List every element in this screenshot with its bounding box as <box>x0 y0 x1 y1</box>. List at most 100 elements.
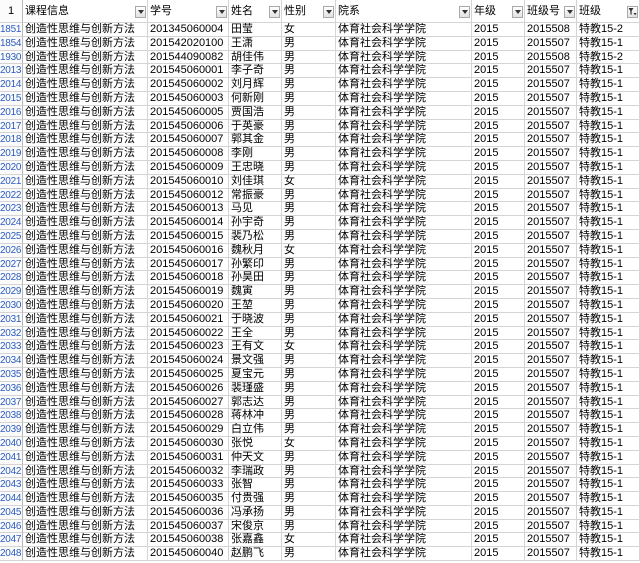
cell-student-id[interactable]: 201545060007 <box>148 133 229 148</box>
cell-name[interactable]: 李子奇 <box>229 64 282 79</box>
row-number[interactable]: 2037 <box>0 395 23 410</box>
cell-department[interactable]: 体育社会科学学院 <box>336 464 472 479</box>
cell-course[interactable]: 创造性思维与创新方法 <box>23 160 148 175</box>
cell-class-id[interactable]: 2015507 <box>525 436 577 451</box>
cell-class-id[interactable]: 2015508 <box>525 23 577 37</box>
cell-class[interactable]: 特教15-1 <box>577 464 640 479</box>
cell-class-id[interactable]: 2015508 <box>525 50 577 65</box>
cell-class[interactable]: 特教15-1 <box>577 119 640 134</box>
cell-class[interactable]: 特教15-1 <box>577 436 640 451</box>
cell-grade[interactable]: 2015 <box>472 243 525 258</box>
cell-name[interactable]: 郭志达 <box>229 395 282 410</box>
cell-gender[interactable]: 男 <box>282 367 336 382</box>
cell-grade[interactable]: 2015 <box>472 36 525 51</box>
cell-student-id[interactable]: 201545060038 <box>148 533 229 548</box>
cell-class-id[interactable]: 2015507 <box>525 492 577 506</box>
cell-name[interactable]: 孙昊田 <box>229 271 282 286</box>
cell-grade[interactable]: 2015 <box>472 367 525 382</box>
cell-department[interactable]: 体育社会科学学院 <box>336 147 472 161</box>
cell-grade[interactable]: 2015 <box>472 174 525 189</box>
cell-class[interactable]: 特教15-1 <box>577 105 640 120</box>
column-header-gender[interactable]: 性别 <box>282 0 336 23</box>
cell-class-id[interactable]: 2015507 <box>525 326 577 341</box>
cell-grade[interactable]: 2015 <box>472 202 525 217</box>
cell-course[interactable]: 创造性思维与创新方法 <box>23 533 148 548</box>
cell-class-id[interactable]: 2015507 <box>525 519 577 534</box>
row-number[interactable]: 2042 <box>0 464 23 479</box>
row-number[interactable]: 2031 <box>0 312 23 327</box>
cell-name[interactable]: 孙繁印 <box>229 257 282 272</box>
cell-gender[interactable]: 女 <box>282 174 336 189</box>
cell-class-id[interactable]: 2015507 <box>525 381 577 396</box>
cell-student-id[interactable]: 201544090082 <box>148 50 229 65</box>
cell-department[interactable]: 体育社会科学学院 <box>336 243 472 258</box>
cell-student-id[interactable]: 201542020100 <box>148 36 229 51</box>
cell-student-id[interactable]: 201545060037 <box>148 519 229 534</box>
cell-course[interactable]: 创造性思维与创新方法 <box>23 519 148 534</box>
cell-gender[interactable]: 男 <box>282 478 336 493</box>
cell-grade[interactable]: 2015 <box>472 257 525 272</box>
cell-student-id[interactable]: 201545060018 <box>148 271 229 286</box>
cell-department[interactable]: 体育社会科学学院 <box>336 216 472 230</box>
cell-student-id[interactable]: 201545060033 <box>148 478 229 493</box>
cell-student-id[interactable]: 201545060026 <box>148 381 229 396</box>
cell-department[interactable]: 体育社会科学学院 <box>336 202 472 217</box>
cell-gender[interactable]: 男 <box>282 257 336 272</box>
cell-class-id[interactable]: 2015507 <box>525 505 577 520</box>
filter-dropdown-button[interactable] <box>323 6 334 18</box>
cell-grade[interactable]: 2015 <box>472 340 525 355</box>
cell-course[interactable]: 创造性思维与创新方法 <box>23 174 148 189</box>
cell-course[interactable]: 创造性思维与创新方法 <box>23 36 148 51</box>
cell-gender[interactable]: 男 <box>282 64 336 79</box>
cell-class[interactable]: 特教15-1 <box>577 202 640 217</box>
cell-grade[interactable]: 2015 <box>472 133 525 148</box>
row-number[interactable]: 2019 <box>0 147 23 161</box>
cell-grade[interactable]: 2015 <box>472 423 525 437</box>
cell-name[interactable]: 夏宝元 <box>229 367 282 382</box>
cell-course[interactable]: 创造性思维与创新方法 <box>23 312 148 327</box>
cell-name[interactable]: 王潇 <box>229 36 282 51</box>
cell-class[interactable]: 特教15-1 <box>577 229 640 244</box>
cell-department[interactable]: 体育社会科学学院 <box>336 23 472 37</box>
cell-course[interactable]: 创造性思维与创新方法 <box>23 478 148 493</box>
cell-department[interactable]: 体育社会科学学院 <box>336 381 472 396</box>
cell-gender[interactable]: 男 <box>282 133 336 148</box>
row-number[interactable]: 2030 <box>0 298 23 313</box>
cell-class[interactable]: 特教15-1 <box>577 91 640 106</box>
cell-student-id[interactable]: 201545060019 <box>148 285 229 299</box>
cell-grade[interactable]: 2015 <box>472 312 525 327</box>
cell-gender[interactable]: 男 <box>282 298 336 313</box>
cell-class[interactable]: 特教15-1 <box>577 174 640 189</box>
cell-class-id[interactable]: 2015507 <box>525 354 577 368</box>
cell-department[interactable]: 体育社会科学学院 <box>336 492 472 506</box>
cell-name[interactable]: 贾国浩 <box>229 105 282 120</box>
cell-student-id[interactable]: 201545060005 <box>148 105 229 120</box>
cell-department[interactable]: 体育社会科学学院 <box>336 395 472 410</box>
cell-class[interactable]: 特教15-1 <box>577 243 640 258</box>
cell-name[interactable]: 张智 <box>229 478 282 493</box>
cell-department[interactable]: 体育社会科学学院 <box>336 271 472 286</box>
cell-grade[interactable]: 2015 <box>472 505 525 520</box>
cell-name[interactable]: 蒋林冲 <box>229 409 282 424</box>
cell-gender[interactable]: 女 <box>282 23 336 37</box>
cell-name[interactable]: 裴乃松 <box>229 229 282 244</box>
cell-grade[interactable]: 2015 <box>472 216 525 230</box>
cell-student-id[interactable]: 201545060012 <box>148 188 229 203</box>
row-number[interactable]: 2041 <box>0 450 23 465</box>
cell-gender[interactable]: 男 <box>282 78 336 92</box>
cell-gender[interactable]: 男 <box>282 354 336 368</box>
row-number[interactable]: 2023 <box>0 202 23 217</box>
cell-class[interactable]: 特教15-1 <box>577 519 640 534</box>
cell-course[interactable]: 创造性思维与创新方法 <box>23 119 148 134</box>
column-header-class[interactable]: 班级 <box>577 0 640 23</box>
cell-class[interactable]: 特教15-1 <box>577 381 640 396</box>
cell-course[interactable]: 创造性思维与创新方法 <box>23 395 148 410</box>
cell-name[interactable]: 马见 <box>229 202 282 217</box>
cell-class[interactable]: 特教15-1 <box>577 354 640 368</box>
filter-dropdown-button[interactable] <box>512 6 523 18</box>
cell-department[interactable]: 体育社会科学学院 <box>336 133 472 148</box>
cell-class-id[interactable]: 2015507 <box>525 202 577 217</box>
row-number[interactable]: 2048 <box>0 547 23 562</box>
cell-class-id[interactable]: 2015507 <box>525 133 577 148</box>
cell-name[interactable]: 田莹 <box>229 23 282 37</box>
